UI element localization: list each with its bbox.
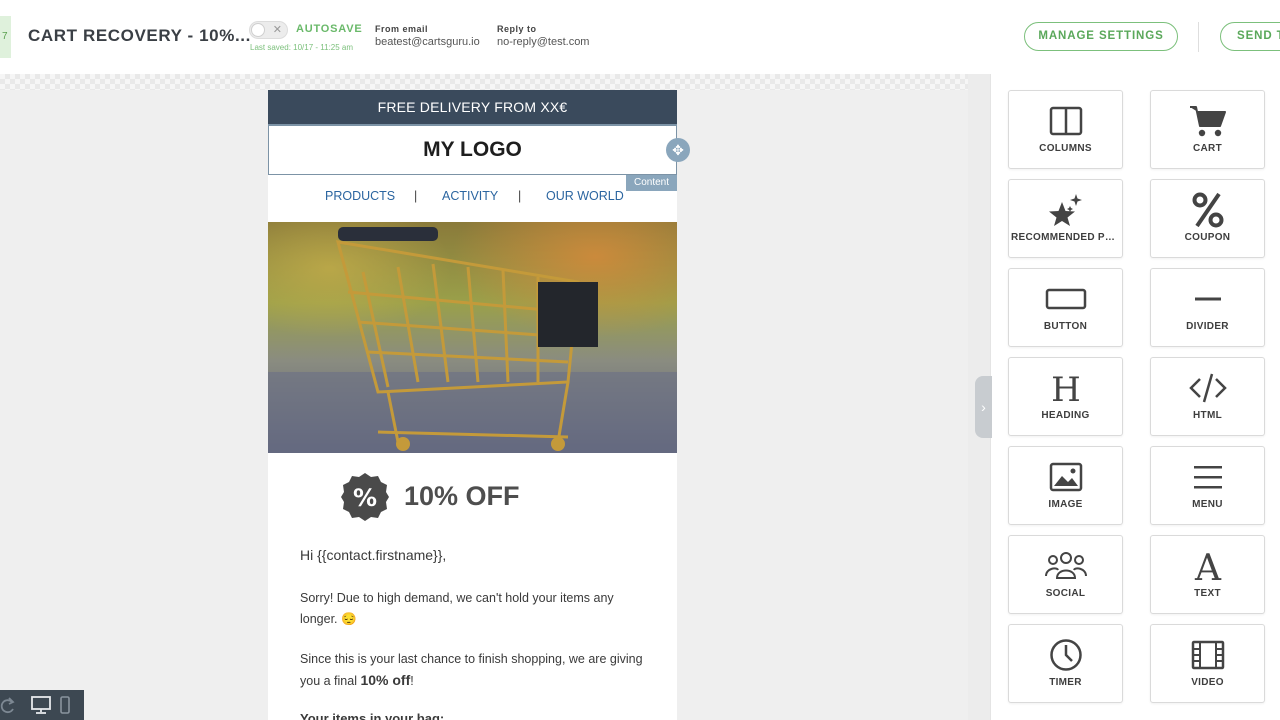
block-heading[interactable]: H HEADING	[1008, 357, 1123, 436]
block-html[interactable]: HTML	[1150, 357, 1265, 436]
block-label: COLUMNS	[1039, 143, 1092, 154]
offer-heading: 10% OFF	[404, 481, 520, 511]
text-icon: A	[1194, 549, 1222, 583]
percent-icon	[1192, 192, 1223, 228]
block-label: SOCIAL	[1045, 588, 1086, 599]
menu-icon	[1193, 466, 1222, 489]
paragraph-text-part: !	[410, 674, 414, 688]
block-label: RECOMMENDED PR...	[1011, 232, 1120, 243]
nav-separator: |	[518, 189, 522, 203]
block-social[interactable]: SOCIAL	[1008, 535, 1123, 614]
autosave-label: AUTOSAVE	[296, 23, 363, 35]
block-label: HEADING	[1041, 410, 1090, 421]
items-heading-text[interactable]: Your items in your bag:	[300, 708, 650, 720]
nav-link-activity[interactable]: ACTIVITY	[442, 189, 498, 203]
block-button[interactable]: BUTTON	[1008, 268, 1123, 347]
top-bar: 7 CART RECOVERY - 10%... ✕ AUTOSAVE Last…	[0, 0, 1280, 74]
send-test-button[interactable]: SEND T	[1220, 22, 1280, 51]
last-saved-text: Last saved: 10/17 - 11:25 am	[250, 43, 354, 52]
campaign-title[interactable]: CART RECOVERY - 10%...	[28, 26, 251, 46]
timer-icon	[1049, 639, 1082, 671]
desktop-icon[interactable]	[31, 696, 51, 714]
block-label: MENU	[1192, 499, 1223, 510]
logo-block[interactable]: MY LOGO	[268, 124, 677, 175]
block-label: HTML	[1193, 410, 1222, 421]
from-email-value[interactable]: beatest@cartsguru.io	[375, 36, 480, 48]
percent-badge-icon: %	[341, 473, 389, 521]
columns-icon	[1049, 106, 1082, 136]
block-label: TEXT	[1194, 588, 1221, 599]
blocks-panel: COLUMNS CART RECOMMENDED PR... COUPON BU…	[990, 74, 1280, 720]
delivery-banner[interactable]: FREE DELIVERY FROM XX€	[268, 90, 677, 124]
svg-text:H: H	[1051, 371, 1081, 405]
block-columns[interactable]: COLUMNS	[1008, 90, 1123, 169]
canvas-top-strip	[0, 74, 990, 90]
block-recommended-products[interactable]: RECOMMENDED PR...	[1008, 179, 1123, 258]
redo-icon[interactable]	[0, 696, 16, 714]
svg-text:%: %	[353, 484, 377, 512]
toggle-knob	[251, 23, 265, 37]
divider-icon	[1194, 297, 1221, 301]
block-label: TIMER	[1049, 677, 1082, 688]
paragraph-text-part: Since this is your last chance to finish…	[300, 652, 643, 688]
greeting-text[interactable]: Hi {{contact.firstname}},	[300, 545, 650, 566]
nav-link-products[interactable]: PRODUCTS	[325, 189, 395, 203]
block-label: IMAGE	[1048, 499, 1083, 510]
close-icon: ✕	[272, 24, 282, 36]
reply-to-value[interactable]: no-reply@test.com	[497, 36, 589, 48]
email-preview: FREE DELIVERY FROM XX€ MY LOGO PRODUCTS …	[268, 90, 677, 720]
edge-tab[interactable]: 7	[0, 16, 11, 58]
block-label: CART	[1193, 143, 1222, 154]
image-icon	[1049, 462, 1082, 492]
header-divider	[1198, 22, 1199, 52]
block-label: COUPON	[1184, 232, 1231, 243]
button-icon	[1045, 288, 1086, 310]
email-nav-menu[interactable]: PRODUCTS | ACTIVITY | OUR WORLD	[268, 175, 677, 217]
sparkle-star-icon	[1048, 194, 1082, 226]
device-toolbar	[0, 690, 84, 720]
heading-icon: H	[1051, 371, 1081, 405]
block-coupon[interactable]: COUPON	[1150, 179, 1265, 258]
block-label: BUTTON	[1043, 321, 1088, 332]
paragraph-text[interactable]: Since this is your last chance to finish…	[300, 649, 650, 692]
block-timer[interactable]: TIMER	[1008, 624, 1123, 703]
autosave-toggle[interactable]: ✕	[249, 21, 288, 39]
block-image[interactable]: IMAGE	[1008, 446, 1123, 525]
collapse-panel-button[interactable]: ›	[975, 376, 992, 438]
svg-text:A: A	[1194, 549, 1222, 583]
block-menu[interactable]: MENU	[1150, 446, 1265, 525]
manage-settings-button[interactable]: MANAGE SETTINGS	[1024, 22, 1178, 51]
mobile-icon[interactable]	[60, 696, 70, 714]
discount-bold-text: 10% off	[360, 672, 411, 688]
block-video[interactable]: VIDEO	[1150, 624, 1265, 703]
social-icon	[1044, 552, 1087, 579]
nav-link-our-world[interactable]: OUR WORLD	[546, 189, 624, 203]
reply-to-label: Reply to	[497, 24, 537, 34]
code-icon	[1188, 373, 1227, 403]
hero-image[interactable]	[268, 222, 677, 453]
block-label: DIVIDER	[1186, 321, 1229, 332]
move-icon[interactable]: ✥	[666, 138, 690, 162]
block-cart[interactable]: CART	[1150, 90, 1265, 169]
block-label: VIDEO	[1191, 677, 1224, 688]
content-tag: Content	[626, 175, 677, 191]
block-divider[interactable]: DIVIDER	[1150, 268, 1265, 347]
cart-icon	[1189, 106, 1226, 137]
block-text[interactable]: A TEXT	[1150, 535, 1265, 614]
nav-separator: |	[414, 189, 418, 203]
video-icon	[1191, 640, 1224, 670]
from-email-label: From email	[375, 24, 429, 34]
paragraph-text[interactable]: Sorry! Due to high demand, we can't hold…	[300, 588, 650, 630]
